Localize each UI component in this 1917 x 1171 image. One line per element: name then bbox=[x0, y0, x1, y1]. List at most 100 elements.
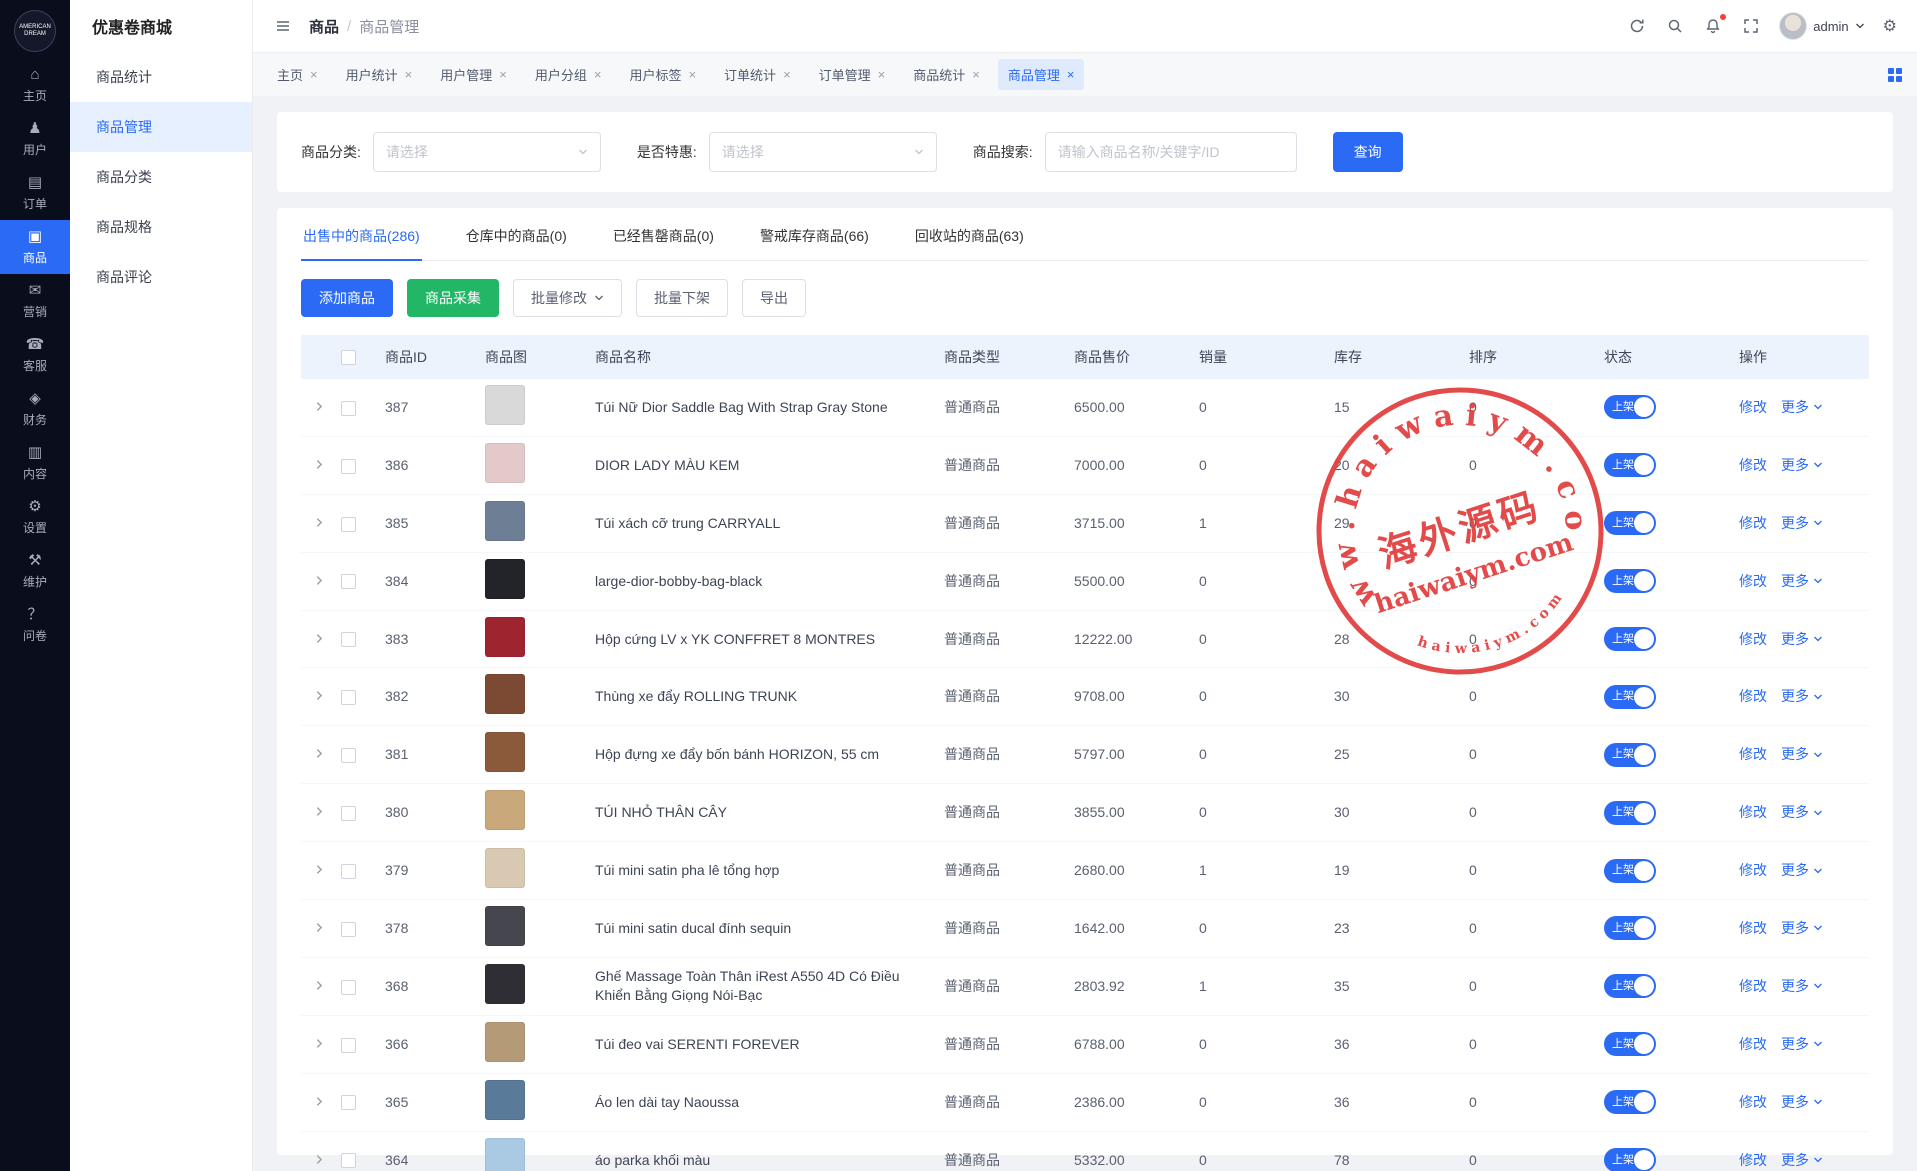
expand-row-icon[interactable] bbox=[314, 977, 325, 994]
sidebar-item-home[interactable]: ⌂ 主页 bbox=[0, 58, 70, 112]
close-icon[interactable]: × bbox=[783, 68, 791, 81]
side-menu-item-3[interactable]: 商品规格 bbox=[70, 202, 252, 252]
notification-bell-icon[interactable] bbox=[1703, 16, 1723, 36]
side-menu-item-4[interactable]: 商品评论 bbox=[70, 252, 252, 302]
more-link[interactable]: 更多 bbox=[1781, 687, 1823, 706]
row-checkbox[interactable] bbox=[341, 574, 356, 589]
close-icon[interactable]: × bbox=[405, 68, 413, 81]
hamburger-menu-icon[interactable] bbox=[273, 16, 293, 36]
edit-link[interactable]: 修改 bbox=[1739, 514, 1767, 533]
edit-link[interactable]: 修改 bbox=[1739, 919, 1767, 938]
more-link[interactable]: 更多 bbox=[1781, 1035, 1823, 1054]
fullscreen-icon[interactable] bbox=[1741, 16, 1761, 36]
row-checkbox[interactable] bbox=[341, 980, 356, 995]
side-menu-item-2[interactable]: 商品分类 bbox=[70, 152, 252, 202]
export-button[interactable]: 导出 bbox=[742, 279, 806, 317]
edit-link[interactable]: 修改 bbox=[1739, 630, 1767, 649]
page-tab-6[interactable]: 订单管理 × bbox=[809, 59, 896, 90]
sidebar-item-support[interactable]: ☎ 客服 bbox=[0, 328, 70, 382]
product-status-tab-1[interactable]: 仓库中的商品(0) bbox=[464, 208, 569, 261]
more-link[interactable]: 更多 bbox=[1781, 861, 1823, 880]
close-icon[interactable]: × bbox=[499, 68, 507, 81]
more-link[interactable]: 更多 bbox=[1781, 1093, 1823, 1112]
batch-edit-button[interactable]: 批量修改 bbox=[513, 279, 622, 317]
more-link[interactable]: 更多 bbox=[1781, 977, 1823, 996]
expand-row-icon[interactable] bbox=[314, 861, 325, 878]
batch-off-shelf-button[interactable]: 批量下架 bbox=[636, 279, 728, 317]
row-checkbox[interactable] bbox=[341, 690, 356, 705]
select-all-checkbox[interactable] bbox=[341, 350, 356, 365]
sidebar-item-survey[interactable]: ？ 问卷 bbox=[0, 598, 70, 652]
page-tab-7[interactable]: 商品统计 × bbox=[903, 59, 990, 90]
special-select[interactable]: 请选择 bbox=[709, 132, 937, 172]
close-icon[interactable]: × bbox=[1067, 68, 1075, 81]
row-checkbox[interactable] bbox=[341, 864, 356, 879]
gear-icon[interactable]: ⚙ bbox=[1883, 16, 1897, 36]
sidebar-item-users[interactable]: ♟ 用户 bbox=[0, 112, 70, 166]
edit-link[interactable]: 修改 bbox=[1739, 977, 1767, 996]
side-menu-item-0[interactable]: 商品统计 bbox=[70, 52, 252, 102]
sidebar-item-content[interactable]: ▥ 内容 bbox=[0, 436, 70, 490]
expand-row-icon[interactable] bbox=[314, 1151, 325, 1168]
status-toggle[interactable]: 上架 bbox=[1604, 1148, 1656, 1171]
product-search-input[interactable] bbox=[1045, 132, 1297, 172]
edit-link[interactable]: 修改 bbox=[1739, 1151, 1767, 1170]
expand-row-icon[interactable] bbox=[314, 687, 325, 704]
user-menu[interactable]: admin bbox=[1779, 12, 1864, 40]
page-tab-2[interactable]: 用户管理 × bbox=[430, 59, 517, 90]
sidebar-item-orders[interactable]: ▤ 订单 bbox=[0, 166, 70, 220]
status-toggle[interactable]: 上架 bbox=[1604, 685, 1656, 709]
status-toggle[interactable]: 上架 bbox=[1604, 916, 1656, 940]
sidebar-item-settings[interactable]: ⚙ 设置 bbox=[0, 490, 70, 544]
refresh-icon[interactable] bbox=[1627, 16, 1647, 36]
more-link[interactable]: 更多 bbox=[1781, 514, 1823, 533]
edit-link[interactable]: 修改 bbox=[1739, 1093, 1767, 1112]
more-link[interactable]: 更多 bbox=[1781, 1151, 1823, 1170]
page-tab-0[interactable]: 主页 × bbox=[267, 59, 328, 90]
row-checkbox[interactable] bbox=[341, 401, 356, 416]
status-toggle[interactable]: 上架 bbox=[1604, 1032, 1656, 1056]
row-checkbox[interactable] bbox=[341, 1153, 356, 1168]
row-checkbox[interactable] bbox=[341, 517, 356, 532]
row-checkbox[interactable] bbox=[341, 806, 356, 821]
avatar[interactable] bbox=[1779, 12, 1807, 40]
product-status-tab-3[interactable]: 警戒库存商品(66) bbox=[758, 208, 871, 261]
close-icon[interactable]: × bbox=[972, 68, 980, 81]
product-status-tab-0[interactable]: 出售中的商品(286) bbox=[301, 208, 422, 261]
status-toggle[interactable]: 上架 bbox=[1604, 395, 1656, 419]
expand-row-icon[interactable] bbox=[314, 803, 325, 820]
status-toggle[interactable]: 上架 bbox=[1604, 511, 1656, 535]
sidebar-item-finance[interactable]: ◈ 财务 bbox=[0, 382, 70, 436]
edit-link[interactable]: 修改 bbox=[1739, 803, 1767, 822]
breadcrumb-section[interactable]: 商品 bbox=[309, 16, 339, 37]
sidebar-item-maintenance[interactable]: ⚒ 维护 bbox=[0, 544, 70, 598]
page-tab-3[interactable]: 用户分组 × bbox=[525, 59, 612, 90]
row-checkbox[interactable] bbox=[341, 632, 356, 647]
sidebar-item-goods[interactable]: ▣ 商品 bbox=[0, 220, 70, 274]
page-tab-5[interactable]: 订单统计 × bbox=[714, 59, 801, 90]
row-checkbox[interactable] bbox=[341, 1095, 356, 1110]
page-tab-1[interactable]: 用户统计 × bbox=[336, 59, 423, 90]
apps-grid-icon[interactable] bbox=[1887, 67, 1903, 83]
more-link[interactable]: 更多 bbox=[1781, 745, 1823, 764]
expand-row-icon[interactable] bbox=[314, 398, 325, 415]
status-toggle[interactable]: 上架 bbox=[1604, 801, 1656, 825]
row-checkbox[interactable] bbox=[341, 1038, 356, 1053]
more-link[interactable]: 更多 bbox=[1781, 398, 1823, 417]
search-icon[interactable] bbox=[1665, 16, 1685, 36]
more-link[interactable]: 更多 bbox=[1781, 572, 1823, 591]
more-link[interactable]: 更多 bbox=[1781, 630, 1823, 649]
row-checkbox[interactable] bbox=[341, 922, 356, 937]
expand-row-icon[interactable] bbox=[314, 456, 325, 473]
edit-link[interactable]: 修改 bbox=[1739, 398, 1767, 417]
close-icon[interactable]: × bbox=[310, 68, 318, 81]
side-menu-item-1[interactable]: 商品管理 bbox=[70, 102, 252, 152]
edit-link[interactable]: 修改 bbox=[1739, 687, 1767, 706]
status-toggle[interactable]: 上架 bbox=[1604, 859, 1656, 883]
product-status-tab-2[interactable]: 已经售罄商品(0) bbox=[611, 208, 716, 261]
close-icon[interactable]: × bbox=[594, 68, 602, 81]
category-select[interactable]: 请选择 bbox=[373, 132, 601, 172]
page-tab-4[interactable]: 用户标签 × bbox=[619, 59, 706, 90]
expand-row-icon[interactable] bbox=[314, 1035, 325, 1052]
close-icon[interactable]: × bbox=[688, 68, 696, 81]
